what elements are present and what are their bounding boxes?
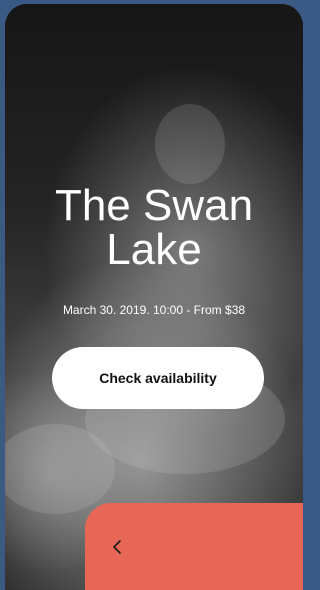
- hero-image-detail: [5, 424, 115, 514]
- check-availability-button[interactable]: Check availability: [52, 347, 264, 409]
- chevron-left-icon[interactable]: [109, 539, 125, 555]
- event-title: The Swan Lake: [54, 181, 254, 274]
- back-panel: [85, 503, 303, 590]
- event-details: March 30. 2019. 10:00 - From $38: [62, 303, 246, 317]
- event-screen: The Swan Lake March 30. 2019. 10:00 - Fr…: [5, 4, 303, 590]
- hero-image-detail: [155, 104, 225, 184]
